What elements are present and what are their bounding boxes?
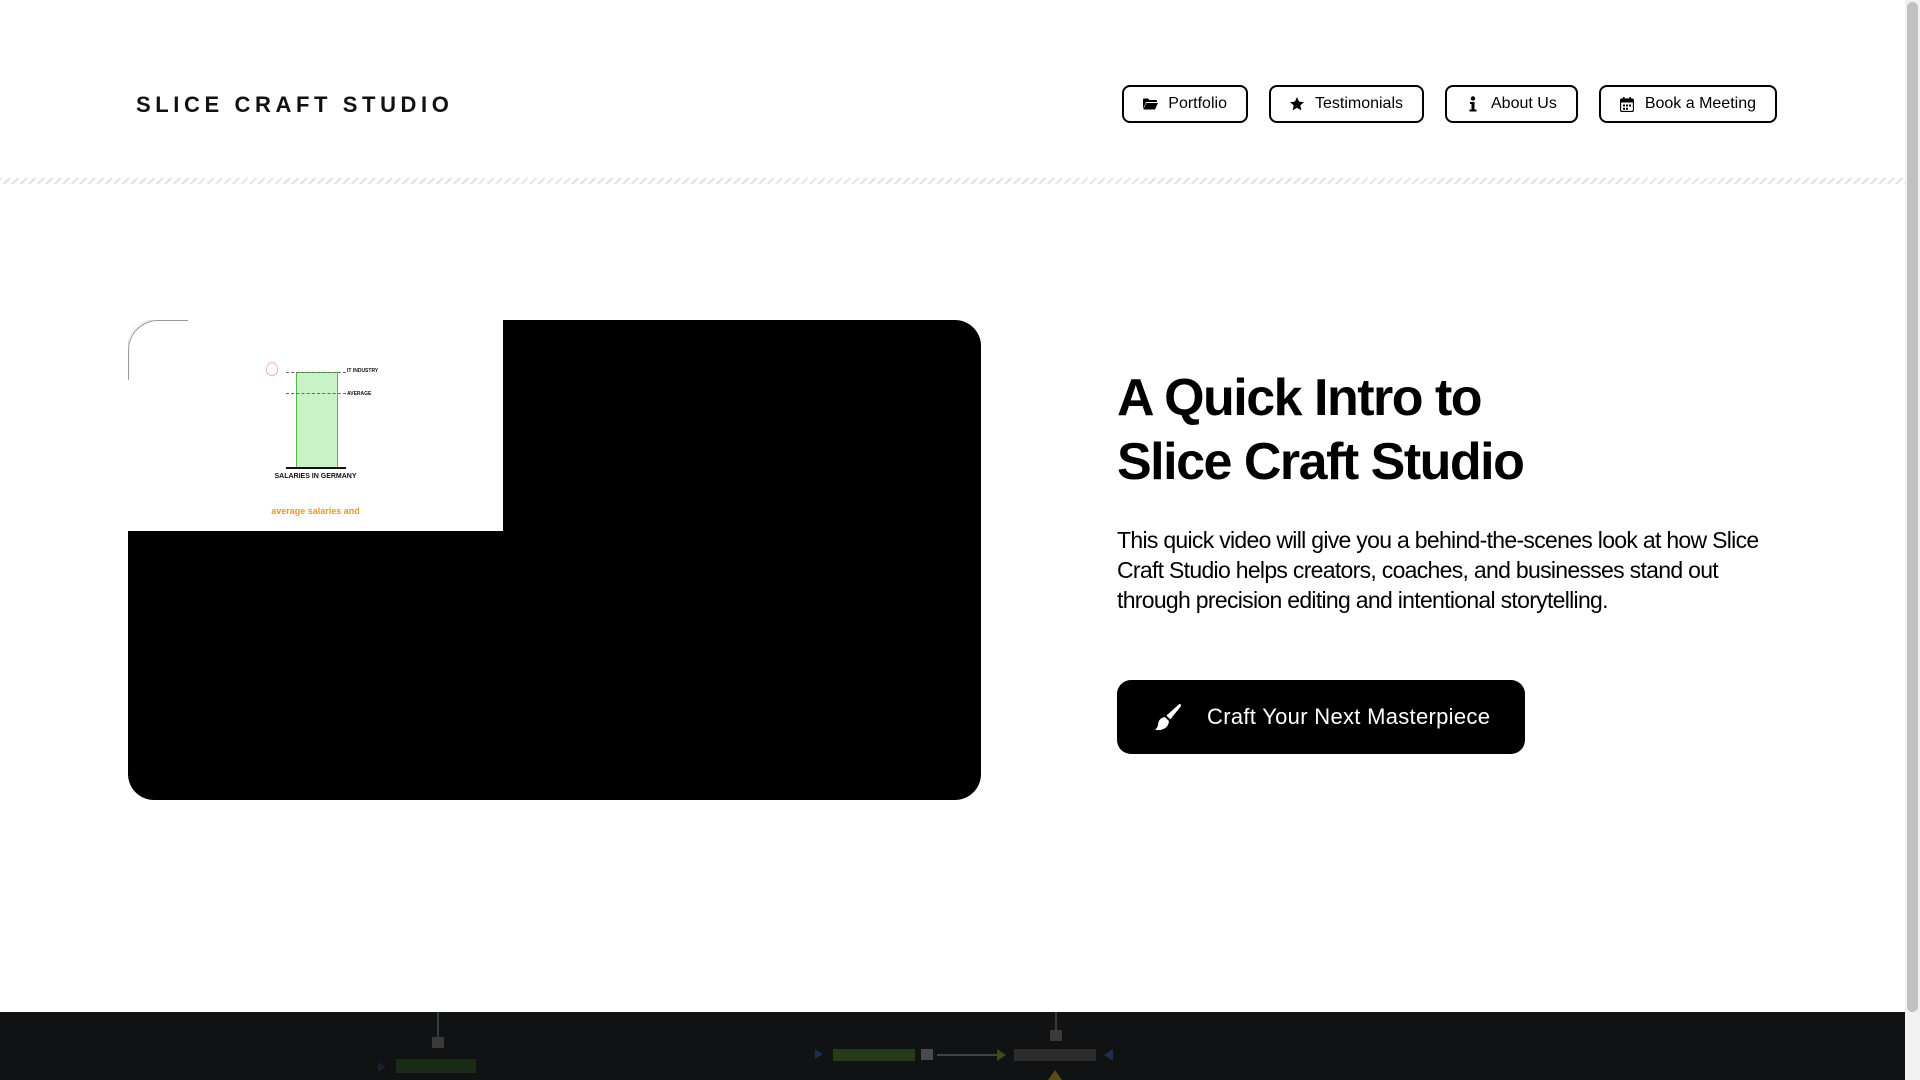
- nav-book-meeting-button[interactable]: Book a Meeting: [1598, 85, 1777, 123]
- workflow-connector-right: [1055, 1012, 1057, 1030]
- nav-portfolio-label: Portfolio: [1168, 95, 1227, 112]
- scrollbar-thumb[interactable]: [1907, 2, 1918, 1012]
- average-line: [286, 393, 346, 394]
- intro-title-line2: Slice Craft Studio: [1117, 433, 1525, 491]
- workflow-connector-left: [437, 1012, 439, 1038]
- legend-average: AVERAGE: [347, 391, 372, 397]
- nav-testimonials-button[interactable]: Testimonials: [1268, 85, 1424, 123]
- nav-portfolio-button[interactable]: Portfolio: [1122, 85, 1248, 123]
- workflow-warning-icon: [1048, 1070, 1062, 1080]
- intro-description: This quick video will give you a behind-…: [1117, 527, 1759, 613]
- workflow-node-mid: [921, 1049, 933, 1060]
- thumbnail-subtitle: average salaries and: [271, 506, 360, 516]
- intro-title-line1: A Quick Intro to: [1117, 369, 1483, 427]
- workflow-section-preview: [0, 1012, 1905, 1080]
- brand-logo[interactable]: SLICE CRAFT STUDIO: [136, 92, 453, 118]
- paintbrush-icon: [1153, 702, 1183, 732]
- workflow-bar-green: [833, 1049, 915, 1061]
- workflow-node-left: [432, 1037, 444, 1048]
- folder-icon: [1142, 96, 1158, 112]
- craft-masterpiece-button[interactable]: Craft Your Next Masterpiece: [1117, 680, 1525, 754]
- main-nav: Portfolio Testimonials About Us Book a M…: [1122, 85, 1777, 123]
- video-thumbnail: IT INDUSTRY AVERAGE SALARIES IN GERMANY …: [128, 320, 503, 531]
- site-header: SLICE CRAFT STUDIO Portfolio Testimonial…: [0, 0, 1905, 184]
- page: SLICE CRAFT STUDIO Portfolio Testimonial…: [0, 0, 1920, 1080]
- header-divider: [0, 178, 1905, 184]
- flame-icon: [266, 362, 278, 376]
- workflow-node-right: [1050, 1030, 1062, 1041]
- intro-video-player[interactable]: IT INDUSTRY AVERAGE SALARIES IN GERMANY …: [128, 320, 981, 800]
- workflow-bar-gray: [1014, 1049, 1096, 1061]
- nav-book-meeting-label: Book a Meeting: [1644, 95, 1756, 112]
- workflow-play-icon: [815, 1049, 823, 1059]
- workflow-arrow-mid: [997, 1049, 1006, 1061]
- workflow-arrow-right: [1104, 1049, 1113, 1061]
- salary-bar: [296, 372, 338, 468]
- craft-masterpiece-label: Craft Your Next Masterpiece: [1207, 704, 1491, 729]
- nav-about-button[interactable]: About Us: [1445, 85, 1578, 123]
- legend-it-industry: IT INDUSTRY: [347, 368, 379, 374]
- intro-title: A Quick Intro to Slice Craft Studio: [1117, 366, 1637, 494]
- workflow-bar-left: [396, 1059, 476, 1073]
- industry-line: [286, 372, 346, 373]
- thumbnail-caption: SALARIES IN GERMANY: [274, 473, 357, 480]
- nav-about-label: About Us: [1491, 95, 1557, 112]
- chart-baseline: [286, 467, 346, 469]
- workflow-line-mid: [937, 1054, 997, 1056]
- calendar-icon: [1619, 96, 1635, 112]
- thumbnail-corner: [128, 320, 188, 380]
- info-icon: [1465, 96, 1481, 112]
- star-icon: [1289, 96, 1305, 112]
- workflow-arrow-left: [378, 1062, 386, 1072]
- nav-testimonials-label: Testimonials: [1314, 95, 1403, 112]
